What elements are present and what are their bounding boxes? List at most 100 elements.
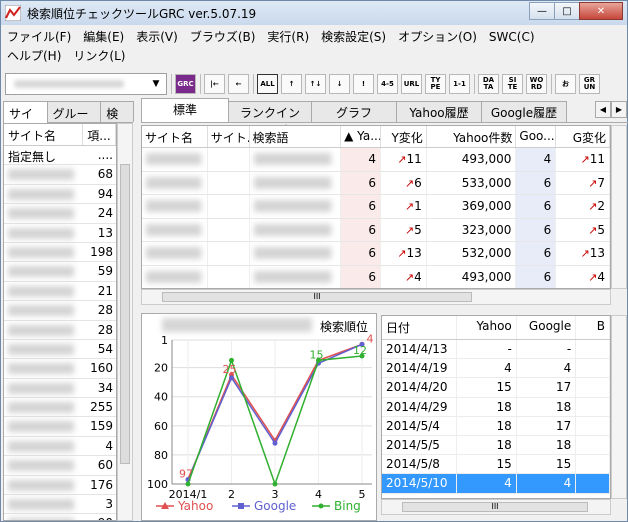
list-item[interactable]: 34 bbox=[4, 379, 116, 399]
minimize-button[interactable]: — bbox=[529, 2, 555, 20]
table-row[interactable]: 6 ↗1 369,000 6 ↗2 bbox=[142, 195, 610, 219]
tab-next-icon[interactable]: ▶ bbox=[611, 101, 627, 118]
keyword-cell bbox=[250, 242, 342, 265]
scrollbar-thumb[interactable]: III bbox=[162, 292, 472, 302]
menu-search-settings[interactable]: 検索設定(S) bbox=[315, 28, 392, 45]
site-list-scrollbar[interactable] bbox=[117, 123, 133, 521]
ranking-table-vscrollbar[interactable] bbox=[611, 125, 627, 289]
column-header-keyword[interactable]: 検索語 bbox=[250, 126, 342, 147]
table-row[interactable]: 2014/4/29 18 18 bbox=[382, 397, 610, 417]
scrollbar-thumb[interactable]: III bbox=[402, 502, 588, 512]
table-row[interactable]: 2014/4/19 4 4 bbox=[382, 359, 610, 379]
tab-group[interactable]: グループ bbox=[46, 101, 102, 138]
tab-rank-in-page[interactable]: ランクインページ bbox=[228, 101, 312, 137]
column-header-yahoo[interactable]: Yahoo bbox=[457, 316, 517, 339]
ranking-table-hscrollbar[interactable]: III bbox=[141, 289, 611, 305]
table-row[interactable]: 2014/5/10 4 4 bbox=[382, 474, 610, 494]
one-one-button[interactable]: 1-1 bbox=[449, 74, 470, 94]
maximize-button[interactable]: □ bbox=[554, 2, 580, 20]
tab-graph[interactable]: グラフ bbox=[311, 101, 397, 122]
list-item[interactable]: 159 bbox=[4, 417, 116, 437]
list-item[interactable]: 4 bbox=[4, 437, 116, 457]
list-item[interactable]: 94 bbox=[4, 185, 116, 205]
list-item[interactable]: 60 bbox=[4, 456, 116, 476]
rank-updown-button[interactable]: ↑↓ bbox=[305, 74, 326, 94]
column-header-date[interactable]: 日付 bbox=[382, 316, 458, 339]
word-button[interactable]: WO RD bbox=[526, 74, 547, 94]
list-item[interactable]: 198 bbox=[4, 243, 116, 263]
table-row[interactable]: 2014/5/8 15 15 bbox=[382, 455, 610, 475]
site-select[interactable]: ▼ bbox=[5, 73, 167, 95]
tab-google-history[interactable]: Google履歴 bbox=[481, 101, 567, 122]
menu-file[interactable]: ファイル(F) bbox=[1, 28, 77, 45]
url-button[interactable]: URL bbox=[401, 74, 422, 94]
list-item[interactable]: 59 bbox=[4, 262, 116, 282]
column-header-site-name[interactable]: サイト名 bbox=[142, 126, 208, 147]
menu-swc[interactable]: SWC(C) bbox=[483, 30, 541, 44]
back-button[interactable]: ← bbox=[228, 74, 249, 94]
group-button[interactable]: GR UN bbox=[579, 74, 600, 94]
column-header-yahoo-rank[interactable]: ▲ Ya... bbox=[341, 126, 381, 147]
menu-help[interactable]: ヘルプ(H) bbox=[1, 47, 67, 64]
list-item[interactable]: 指定無し.... bbox=[4, 146, 116, 166]
list-item[interactable]: 54 bbox=[4, 340, 116, 360]
menu-options[interactable]: オプション(O) bbox=[392, 28, 483, 45]
tab-site[interactable]: サイト bbox=[3, 101, 48, 138]
column-header-items[interactable]: 項... bbox=[83, 124, 116, 145]
alert-button[interactable]: ! bbox=[353, 74, 374, 94]
column-header-yahoo-change[interactable]: Y変化 bbox=[381, 126, 427, 147]
tab-standard[interactable]: 標準 bbox=[141, 98, 229, 122]
history-table-hscrollbar[interactable]: III bbox=[381, 499, 611, 515]
table-row[interactable]: 6 ↗4 493,000 6 ↗4 bbox=[142, 265, 610, 288]
scrollbar-thumb[interactable] bbox=[120, 164, 130, 464]
list-item[interactable]: 176 bbox=[4, 476, 116, 496]
table-row[interactable]: 6 ↗5 323,000 6 ↗5 bbox=[142, 218, 610, 242]
column-header-google[interactable]: Google bbox=[517, 316, 577, 339]
list-item[interactable]: 13 bbox=[4, 224, 116, 243]
column-header-google-rank[interactable]: Goo... bbox=[516, 126, 557, 147]
table-row[interactable]: 6 ↗6 533,000 6 ↗7 bbox=[142, 171, 610, 195]
list-item[interactable]: 28 bbox=[4, 301, 116, 321]
column-header-site[interactable]: サイト... bbox=[208, 126, 250, 147]
column-header-google-change[interactable]: G変化 bbox=[556, 126, 610, 147]
rank-up-button[interactable]: ↑ bbox=[281, 74, 302, 94]
table-row[interactable]: 2014/5/5 18 18 bbox=[382, 435, 610, 456]
list-item[interactable]: 21 bbox=[4, 282, 116, 302]
o-button[interactable]: お bbox=[555, 74, 576, 94]
table-row[interactable]: 6 ↗13 532,000 6 ↗13 bbox=[142, 242, 610, 266]
tab-prev-icon[interactable]: ◀ bbox=[595, 101, 611, 118]
column-header-site-name[interactable]: サイト名 bbox=[4, 124, 84, 145]
menu-edit[interactable]: 編集(E) bbox=[77, 28, 130, 45]
menu-browse[interactable]: ブラウズ(B) bbox=[184, 28, 262, 45]
list-item[interactable]: 90 bbox=[4, 514, 116, 520]
list-item[interactable]: 68 bbox=[4, 165, 116, 185]
first-button[interactable]: |← bbox=[204, 74, 225, 94]
list-item[interactable]: 3 bbox=[4, 495, 116, 515]
menu-link[interactable]: リンク(L) bbox=[67, 47, 131, 64]
table-row[interactable]: 2014/4/20 15 17 bbox=[382, 378, 610, 398]
table-row[interactable]: 4 ↗11 493,000 4 ↗11 bbox=[142, 148, 610, 172]
table-row[interactable]: 2014/5/4 18 17 bbox=[382, 416, 610, 436]
data-button[interactable]: DA TA bbox=[478, 74, 499, 94]
rank-down-button[interactable]: ↓ bbox=[329, 74, 350, 94]
column-header-yahoo-count[interactable]: Yahoo件数 bbox=[427, 126, 517, 147]
menu-view[interactable]: 表示(V) bbox=[130, 28, 184, 45]
list-item[interactable]: 255 bbox=[4, 398, 116, 418]
grc-button[interactable]: GRC bbox=[175, 74, 196, 94]
site-button[interactable]: SI TE bbox=[502, 74, 523, 94]
list-item[interactable]: 24 bbox=[4, 204, 116, 224]
close-button[interactable]: ✕ bbox=[579, 2, 623, 20]
menu-bar: ファイル(F) 編集(E) 表示(V) ブラウズ(B) 実行(R) 検索設定(S… bbox=[1, 27, 627, 65]
range-button[interactable]: 4-5 bbox=[377, 74, 398, 94]
list-item[interactable]: 160 bbox=[4, 359, 116, 379]
tab-search[interactable]: 検索 bbox=[100, 101, 134, 138]
table-row[interactable]: 2014/4/13- - bbox=[382, 340, 610, 360]
all-button[interactable]: ALL bbox=[257, 74, 278, 94]
list-item[interactable]: 28 bbox=[4, 321, 116, 340]
type-button[interactable]: TY PE bbox=[425, 74, 446, 94]
tab-yahoo-history[interactable]: Yahoo履歴 bbox=[396, 101, 482, 122]
history-table-vscrollbar[interactable] bbox=[611, 315, 627, 499]
column-header-bing[interactable]: B bbox=[576, 316, 610, 339]
chevron-down-icon[interactable]: ▼ bbox=[148, 76, 164, 92]
menu-run[interactable]: 実行(R) bbox=[261, 28, 315, 45]
